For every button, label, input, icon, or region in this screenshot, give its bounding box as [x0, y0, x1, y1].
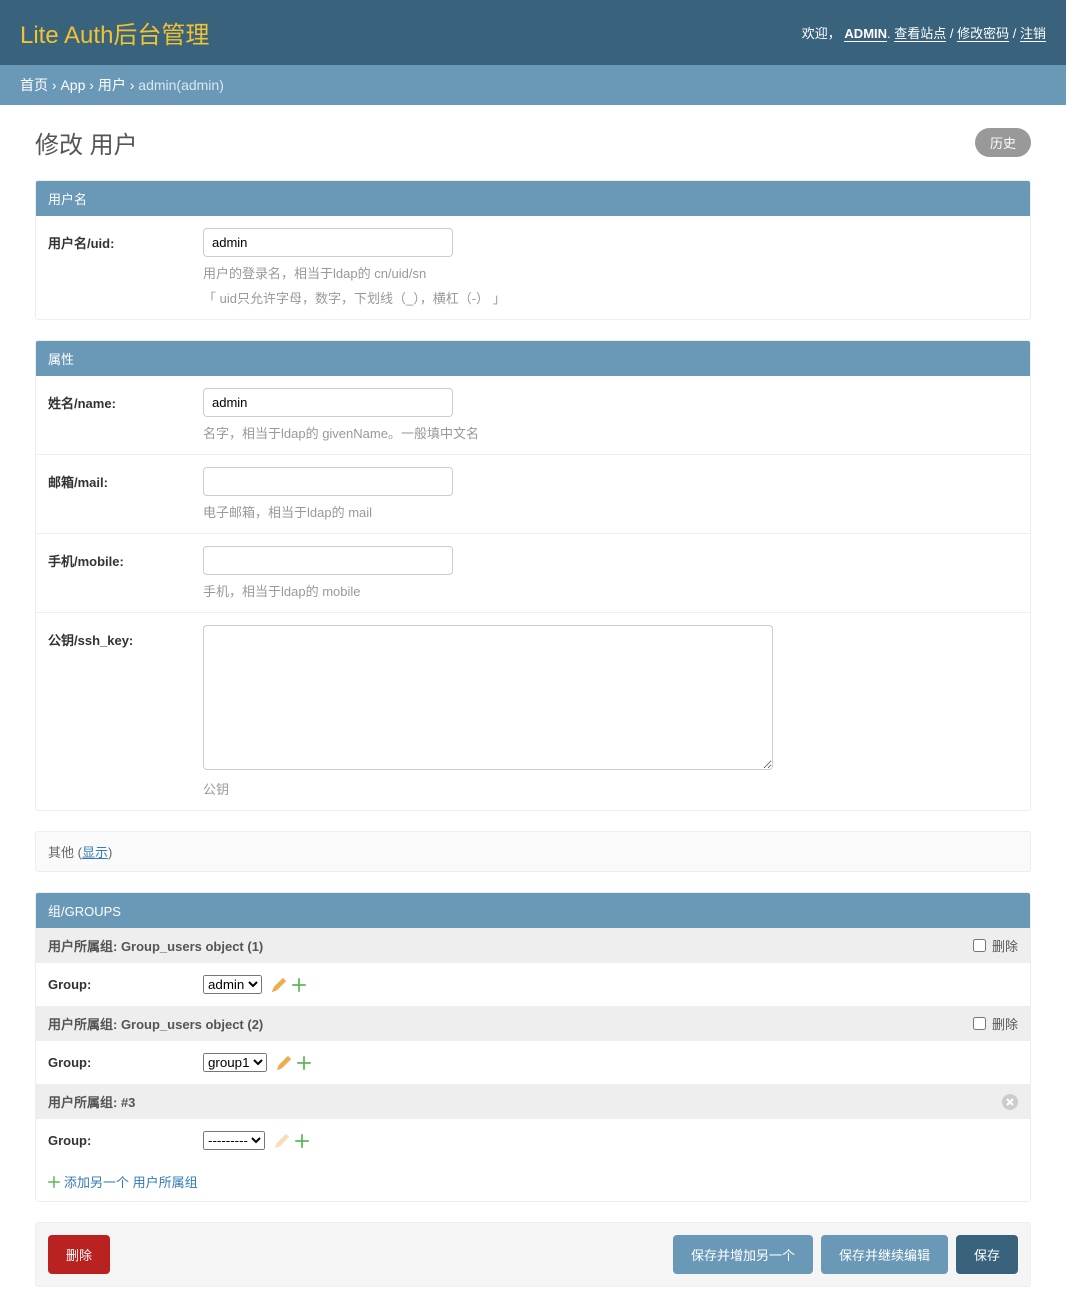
save-continue-button[interactable]: 保存并继续编辑	[821, 1235, 948, 1274]
pencil-icon[interactable]	[275, 1134, 289, 1148]
show-link[interactable]: 显示	[82, 845, 108, 860]
submit-row: 删除 保存并增加另一个 保存并继续编辑 保存	[35, 1222, 1031, 1287]
page-header: 修改 用户 历史	[35, 125, 1031, 160]
group-row-2-header: 用户所属组: Group_users object (2)	[48, 1014, 263, 1033]
name-label: 姓名/name:	[48, 388, 203, 412]
group-2-label: Group:	[48, 1055, 203, 1070]
pencil-icon[interactable]	[272, 978, 286, 992]
site-title[interactable]: Lite Auth后台管理	[20, 15, 209, 50]
group-row-2: 用户所属组: Group_users object (2) 删除 Group: …	[36, 1006, 1030, 1084]
mail-label: 邮箱/mail:	[48, 467, 203, 491]
view-site-link[interactable]: 查看站点	[894, 26, 946, 42]
welcome-text: 欢迎，	[802, 26, 841, 41]
group-row-1-delete[interactable]: 删除	[973, 936, 1018, 955]
group-row-1-header: 用户所属组: Group_users object (1)	[48, 936, 263, 955]
add-another-group-link[interactable]: 添加另一个 用户所属组	[48, 1172, 1018, 1191]
plus-icon[interactable]	[297, 1056, 311, 1070]
page-title: 修改 用户	[35, 125, 138, 160]
save-add-another-button[interactable]: 保存并增加另一个	[673, 1235, 813, 1274]
groups-title: 组/GROUPS	[36, 893, 1030, 928]
name-input[interactable]	[203, 388, 453, 417]
breadcrumb-current: admin(admin)	[138, 77, 224, 93]
group-2-select[interactable]: group1	[203, 1053, 267, 1072]
sshkey-label: 公钥/ssh_key:	[48, 625, 203, 649]
breadcrumb-app[interactable]: App	[60, 77, 85, 93]
history-button[interactable]: 历史	[975, 128, 1031, 157]
group-row-3: 用户所属组: #3 Group: ---------	[36, 1084, 1030, 1162]
group-3-select[interactable]: ---------	[203, 1131, 265, 1150]
collapse-other: 其他 (显示)	[35, 831, 1031, 872]
uid-help2: 「 uid只允许字母，数字，下划线（_），横杠（-） 」	[203, 288, 1018, 307]
header-links: 欢迎， ADMIN. 查看站点 / 修改密码 / 注销	[802, 23, 1046, 42]
plus-icon	[48, 1176, 60, 1188]
sshkey-help: 公钥	[203, 779, 1018, 798]
fieldset-username: 用户名 用户名/uid: 用户的登录名，相当于ldap的 cn/uid/sn 「…	[35, 180, 1031, 320]
mail-help: 电子邮箱，相当于ldap的 mail	[203, 502, 1018, 521]
delete-button[interactable]: 删除	[48, 1235, 110, 1274]
breadcrumb-users[interactable]: 用户	[98, 77, 126, 93]
logout-link[interactable]: 注销	[1020, 26, 1046, 42]
group-1-select[interactable]: admin	[203, 975, 262, 994]
breadcrumb: 首页 › App › 用户 › admin(admin)	[0, 65, 1066, 105]
uid-help1: 用户的登录名，相当于ldap的 cn/uid/sn	[203, 263, 1018, 282]
group-row-2-delete-checkbox[interactable]	[973, 1017, 986, 1030]
mobile-input[interactable]	[203, 546, 453, 575]
mobile-help: 手机，相当于ldap的 mobile	[203, 581, 1018, 600]
save-button[interactable]: 保存	[956, 1235, 1018, 1274]
pencil-icon[interactable]	[277, 1056, 291, 1070]
header: Lite Auth后台管理 欢迎， ADMIN. 查看站点 / 修改密码 / 注…	[0, 0, 1066, 65]
breadcrumb-home[interactable]: 首页	[20, 77, 48, 93]
plus-icon[interactable]	[292, 978, 306, 992]
group-row-3-header: 用户所属组: #3	[48, 1092, 135, 1111]
change-password-link[interactable]: 修改密码	[957, 26, 1009, 42]
mobile-label: 手机/mobile:	[48, 546, 203, 570]
group-row-1-delete-checkbox[interactable]	[973, 939, 986, 952]
uid-label: 用户名/uid:	[48, 228, 203, 252]
group-3-label: Group:	[48, 1133, 203, 1148]
group-row-1: 用户所属组: Group_users object (1) 删除 Group: …	[36, 928, 1030, 1006]
admin-name[interactable]: ADMIN	[844, 26, 887, 42]
uid-input[interactable]	[203, 228, 453, 257]
group-row-2-delete[interactable]: 删除	[973, 1014, 1018, 1033]
group-1-label: Group:	[48, 977, 203, 992]
plus-icon[interactable]	[295, 1134, 309, 1148]
mail-input[interactable]	[203, 467, 453, 496]
fieldset-attrs-title: 属性	[36, 341, 1030, 376]
sshkey-textarea[interactable]	[203, 625, 773, 770]
name-help: 名字，相当于ldap的 givenName。一般填中文名	[203, 423, 1018, 442]
close-icon[interactable]	[1002, 1094, 1018, 1110]
groups-section: 组/GROUPS 用户所属组: Group_users object (1) 删…	[35, 892, 1031, 1202]
fieldset-username-title: 用户名	[36, 181, 1030, 216]
fieldset-attrs: 属性 姓名/name: 名字，相当于ldap的 givenName。一般填中文名…	[35, 340, 1031, 811]
